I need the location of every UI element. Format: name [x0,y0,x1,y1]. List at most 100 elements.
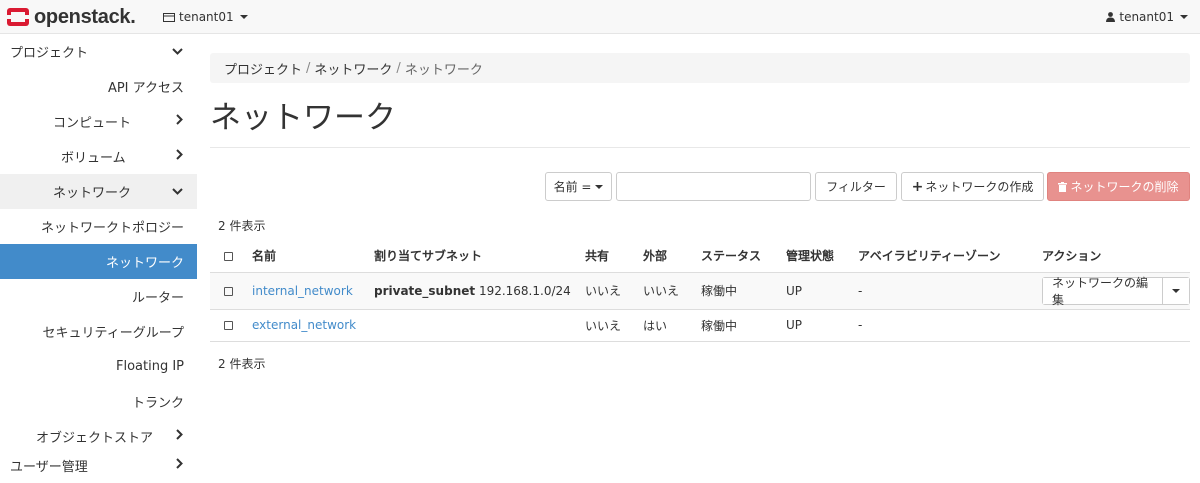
sidebar-item-label: ネットワーク [53,186,132,201]
create-network-button[interactable]: + ネットワークの作成 [901,172,1044,201]
delete-network-button[interactable]: ネットワークの削除 [1047,172,1190,201]
sidebar-item-routers[interactable]: ルーター [0,279,197,314]
breadcrumb-current: ネットワーク [404,62,483,78]
sidebar-item-label: セキュリティーグループ [42,326,184,341]
sidebar-item-compute[interactable]: コンピュート [0,104,197,139]
sidebar-item-network-section[interactable]: ネットワーク [0,174,197,209]
sidebar-item-label: ネットワーク [105,256,184,271]
select-all-cell [210,240,252,273]
external-cell: いいえ [643,272,701,310]
breadcrumb-item[interactable]: ネットワーク [314,59,392,78]
filter-field-dropdown[interactable]: 名前 = [545,172,612,201]
availability-zone-cell: - [858,272,1042,310]
sidebar-item-volume[interactable]: ボリューム [0,139,197,174]
top-navbar: openstack. tenant01 tenant01 [0,0,1200,34]
create-network-label: ネットワークの作成 [925,180,1034,194]
chevron-down-icon [1180,15,1188,19]
subnet-cell [374,309,585,342]
column-header-subnets: 割り当てサブネット [374,240,585,273]
shared-cell: いいえ [585,272,643,310]
sidebar-item-label: ネットワークトポロジー [40,221,184,236]
trash-icon [1058,181,1068,192]
chevron-down-icon [239,15,248,19]
row-checkbox[interactable] [224,286,233,296]
sidebar-item-label: プロジェクト [10,46,89,61]
breadcrumb: プロジェクト / ネットワーク / ネットワーク [210,53,1190,83]
brand-name: openstack. [34,5,136,28]
status-cell: 稼働中 [701,272,786,310]
admin-state-cell: UP [786,272,858,310]
network-name-link[interactable]: internal_network [252,284,353,298]
status-cell: 稼働中 [701,309,786,342]
sidebar-item-label: オブジェクトストア [36,431,154,446]
sidebar-item-label: ボリューム [61,151,126,166]
sidebar-item-network-topology[interactable]: ネットワークトポロジー [0,209,197,244]
folder-icon [163,13,175,22]
delete-network-label: ネットワークの削除 [1070,180,1179,194]
table-header-row: 名前 割り当てサブネット 共有 外部 ステータス 管理状態 アベイラビリティーゾ… [210,240,1190,273]
row-actions-dropdown-toggle[interactable] [1162,278,1189,304]
sidebar-item-project[interactable]: プロジェクト [0,34,197,69]
networks-table: 名前 割り当てサブネット 共有 外部 ステータス 管理状態 アベイラビリティーゾ… [210,240,1190,342]
user-name: tenant01 [1119,10,1174,24]
external-cell: はい [643,309,701,342]
subnet-cidr: 192.168.1.0/24 [478,283,571,298]
filter-search-input[interactable] [616,172,811,201]
openstack-logo-icon [6,7,30,27]
edit-network-button[interactable]: ネットワークの編集 [1043,276,1163,307]
page-title: ネットワーク [210,100,396,136]
column-header-external: 外部 [643,240,701,273]
chevron-down-icon [172,184,183,199]
filter-field-label: 名前 = [553,180,592,194]
plus-icon: + [911,178,924,195]
sidebar-item-trunks[interactable]: トランク [0,384,197,419]
sidebar-item-security-groups[interactable]: セキュリティーグループ [0,314,197,349]
sidebar-item-label: トランク [131,396,184,411]
table-toolbar: 名前 = フィルター + ネットワークの作成 ネットワークの削除 [210,172,1190,202]
breadcrumb-separator: / [306,60,311,76]
tenant-name: tenant01 [179,10,234,24]
chevron-down-icon [595,184,604,189]
column-header-name[interactable]: 名前 [252,240,374,273]
chevron-right-icon [176,114,183,129]
sidebar-item-floating-ip[interactable]: Floating IP [0,349,197,384]
select-all-checkbox[interactable] [224,251,233,261]
chevron-right-icon [176,149,183,164]
row-select-cell [210,309,252,342]
tenant-switcher[interactable]: tenant01 [163,10,248,24]
user-menu[interactable]: tenant01 [1106,10,1188,24]
breadcrumb-item[interactable]: プロジェクト [224,59,302,78]
table-row: internal_network private_subnet 192.168.… [210,272,1190,310]
shared-cell: いいえ [585,309,643,342]
filter-button-label: フィルター [826,180,886,194]
item-count-top: 2 件表示 [218,219,266,233]
row-action-group: ネットワークの編集 [1042,276,1190,307]
chevron-down-icon [172,44,183,59]
chevron-right-icon [176,458,183,473]
breadcrumb-separator: / [396,60,401,76]
network-name-link[interactable]: external_network [252,318,356,332]
sidebar: プロジェクト API アクセス コンピュート ボリューム ネットワーク ネットワ… [0,34,197,478]
column-header-availability-zone: アベイラビリティーゾーン [858,240,1042,273]
sidebar-item-label: Floating IP [115,359,184,374]
sidebar-item-label: API アクセス [107,81,184,96]
column-header-shared: 共有 [585,240,643,273]
row-select-cell [210,272,252,310]
actions-cell [1042,309,1190,342]
sidebar-item-api-access[interactable]: API アクセス [0,69,197,104]
chevron-right-icon [176,429,183,444]
sidebar-item-label: ルーター [131,291,184,306]
column-header-actions: アクション [1042,240,1190,273]
column-header-status: ステータス [701,240,786,273]
openstack-logo[interactable]: openstack. [6,5,136,28]
filter-button[interactable]: フィルター [815,172,897,201]
admin-state-cell: UP [786,309,858,342]
item-count-bottom: 2 件表示 [218,357,266,371]
row-checkbox[interactable] [224,321,233,330]
chevron-down-icon [1171,289,1180,293]
sidebar-item-label: コンピュート [53,116,132,131]
table-row: external_network いいえ はい 稼働中 UP - [210,309,1190,342]
main-content: プロジェクト / ネットワーク / ネットワーク ネットワーク 名前 = フィル… [210,34,1190,478]
sidebar-item-networks[interactable]: ネットワーク [0,244,197,279]
subnet-name: private_subnet [374,283,476,298]
